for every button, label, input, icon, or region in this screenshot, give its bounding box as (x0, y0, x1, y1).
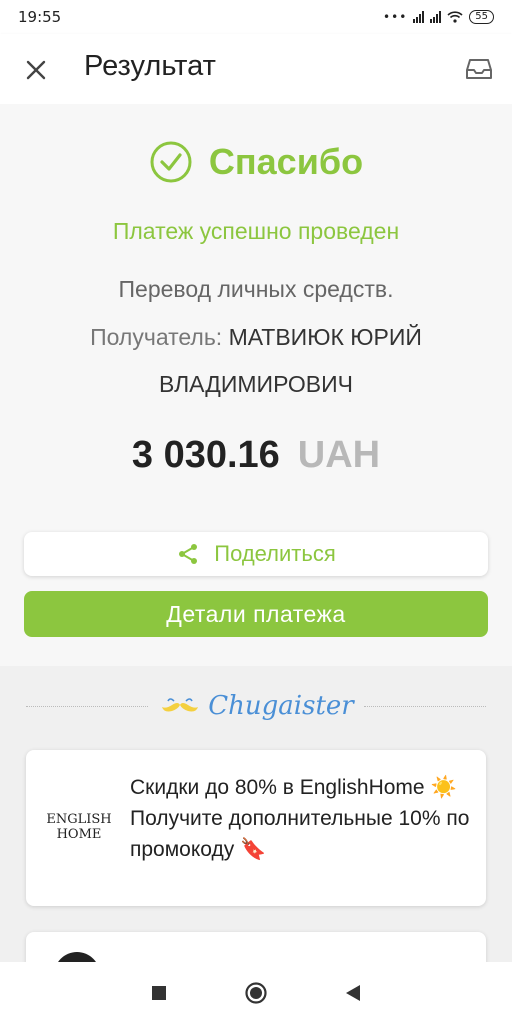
more-dots-icon: ••• (383, 10, 408, 24)
promo-section: Chugaister ENGLISH HOME Скидки до 80% в … (0, 666, 512, 998)
thanks-heading: Спасибо (208, 141, 364, 182)
offer-logo: ENGLISH HOME (46, 812, 112, 842)
home-button[interactable] (244, 981, 268, 1005)
mustache-icon (162, 698, 199, 712)
square-icon (151, 986, 166, 1000)
divider-left (26, 705, 149, 707)
recents-button[interactable] (147, 981, 171, 1005)
signal-icon (413, 11, 425, 23)
wifi-icon (447, 11, 463, 23)
brand-name: Chugaister (208, 691, 354, 721)
brand-row: Chugaister (26, 686, 487, 726)
amount-value: 3 030.16 (131, 434, 280, 476)
status-bar: 19:55 ••• 55 (0, 0, 512, 34)
offer-card[interactable]: ENGLISH HOME Скидки до 80% в EnglishHome… (26, 750, 486, 906)
payment-purpose: Перевод личных средств. (118, 276, 394, 302)
amount-row: 3 030.16 UAH (0, 434, 512, 477)
recipient-label: Получатель: (90, 324, 223, 350)
payment-result: Спасибо Платеж успешно проведен Перевод … (0, 104, 512, 664)
share-icon (179, 544, 198, 564)
offer-text: Скидки до 80% в EnglishHome ☀️ Получите … (130, 776, 470, 861)
signal-icon-2 (430, 11, 442, 23)
back-button[interactable] (341, 981, 365, 1005)
inbox-icon[interactable] (464, 54, 494, 84)
payment-details-button[interactable]: Детали платежа (24, 591, 488, 637)
payment-details-label: Детали платежа (166, 600, 346, 627)
share-label: Поделиться (214, 541, 336, 566)
share-button[interactable]: Поделиться (24, 532, 488, 576)
app-header: Результат (0, 34, 512, 104)
amount-currency: UAH (297, 434, 381, 476)
battery-icon: 55 (469, 10, 494, 24)
home-circle-icon (245, 982, 267, 1004)
thanks-row: Спасибо (0, 140, 512, 184)
recipient: Получатель: МАТВИЮК ЮРИЙ ВЛАДИМИРОВИЧ (40, 314, 472, 408)
divider-right (363, 705, 487, 707)
status-time: 19:55 (18, 8, 62, 26)
check-circle-icon (150, 141, 192, 183)
status-icons: ••• 55 (383, 10, 494, 24)
close-icon[interactable] (22, 56, 50, 84)
success-message: Платеж успешно проведен (112, 218, 400, 244)
brand-logo: Chugaister (158, 691, 354, 721)
page-title: Результат (84, 50, 216, 82)
system-nav-bar (0, 962, 512, 1024)
back-triangle-icon (346, 985, 361, 1001)
